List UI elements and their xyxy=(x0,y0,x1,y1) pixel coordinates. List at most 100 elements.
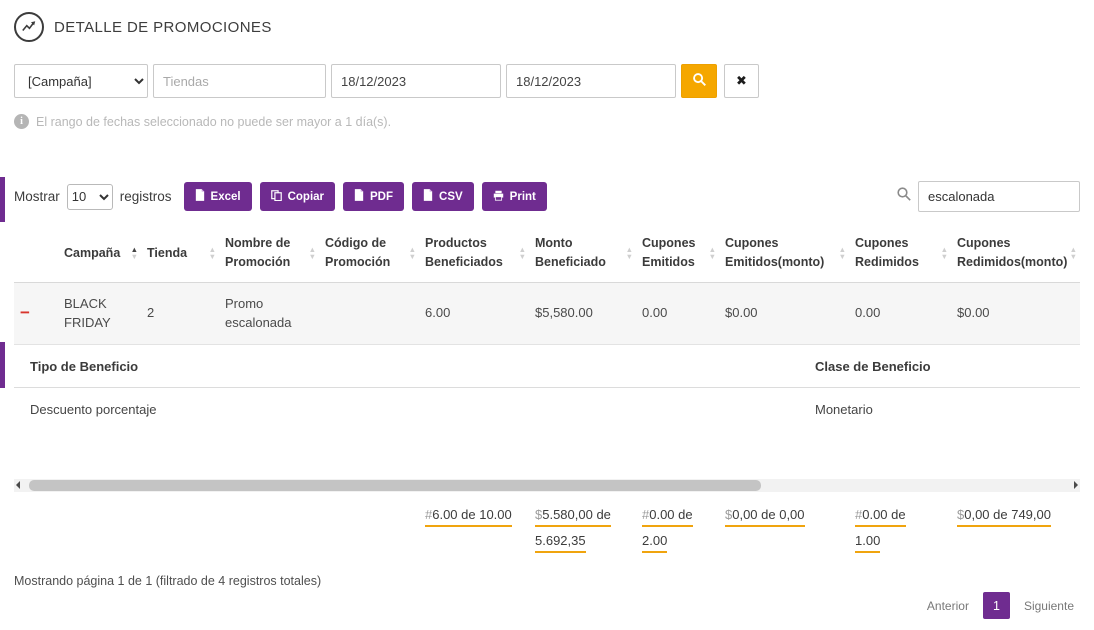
copy-icon xyxy=(271,190,282,204)
column-label: Tienda xyxy=(147,246,187,260)
cell-coupons-redeemed-amount: $0.00 xyxy=(951,282,1080,345)
pdf-button[interactable]: PDF xyxy=(343,182,404,211)
button-label: PDF xyxy=(370,191,393,203)
left-accent-bar xyxy=(0,177,5,222)
printer-icon xyxy=(493,190,504,204)
total-value: 6.00 de 10.00 xyxy=(432,507,512,522)
column-label: Nombre de Promoción xyxy=(225,236,290,269)
col-header-cupones-emitidos-monto[interactable]: Cupones Emitidos(monto) ▲▼ xyxy=(719,225,849,282)
table-search-input[interactable] xyxy=(918,181,1080,212)
column-label: Cupones Emitidos xyxy=(642,236,695,269)
total-value: 5.580,00 de xyxy=(542,507,611,522)
date-from-input[interactable] xyxy=(331,64,501,98)
scrollbar-thumb[interactable] xyxy=(29,480,761,491)
col-header-tienda[interactable]: Tienda ▲▼ xyxy=(141,225,219,282)
magnifier-icon xyxy=(692,72,707,90)
col-header-nombre-promocion[interactable]: Nombre de Promoción ▲▼ xyxy=(219,225,319,282)
column-label: Monto Beneficiado xyxy=(535,236,606,269)
column-label: Campaña xyxy=(64,246,120,260)
cell-coupons-issued: 0.00 xyxy=(636,282,719,345)
total-value: 2.00 xyxy=(642,533,667,548)
info-icon: i xyxy=(14,114,29,129)
filter-bar: [Campaña] ✖ xyxy=(14,64,1080,98)
col-header-codigo-promocion[interactable]: Código de Promoción ▲▼ xyxy=(319,225,419,282)
total-coupons-redeemed-amount: $0,00 de 749,00 xyxy=(951,506,1080,558)
total-value: 0.00 de xyxy=(862,507,905,522)
col-header-cupones-redimidos-monto[interactable]: Cupones Redimidos(monto) ▲▼ xyxy=(951,225,1080,282)
row-detail-values: Descuento porcentaje Monetario xyxy=(14,388,1080,417)
scroll-right-arrow-icon[interactable] xyxy=(1074,481,1078,489)
cell-coupons-issued-amount: $0.00 xyxy=(719,282,849,345)
search-button[interactable] xyxy=(681,64,717,98)
sort-desc-icon: ▼ xyxy=(709,253,716,260)
date-to-input[interactable] xyxy=(506,64,676,98)
cell-store: 2 xyxy=(141,282,219,345)
sort-icons: ▲▼ xyxy=(409,246,416,260)
next-page-button[interactable]: Siguiente xyxy=(1024,599,1074,613)
col-header-cupones-emitidos[interactable]: Cupones Emitidos ▲▼ xyxy=(636,225,719,282)
col-header-productos-beneficiados[interactable]: Productos Beneficiados ▲▼ xyxy=(419,225,529,282)
sort-desc-icon: ▼ xyxy=(1070,253,1077,260)
campaign-select[interactable]: [Campaña] xyxy=(14,64,148,98)
sort-icons: ▲▼ xyxy=(626,246,633,260)
sort-desc-icon: ▼ xyxy=(209,253,216,260)
sort-desc-icon: ▼ xyxy=(941,253,948,260)
show-label: Mostrar xyxy=(14,189,60,204)
totals-row: #6.00 de 10.00 $5.580,00 de 5.692,35 #0.… xyxy=(14,506,1080,558)
horizontal-scrollbar[interactable] xyxy=(14,479,1080,492)
page-size-select[interactable]: 10 xyxy=(67,184,113,210)
sort-desc-icon: ▼ xyxy=(309,253,316,260)
button-label: Copiar xyxy=(288,191,324,203)
total-amount-benefited: $5.580,00 de 5.692,35 xyxy=(529,506,636,558)
current-page-button[interactable]: 1 xyxy=(983,592,1010,619)
col-header-cupones-redimidos[interactable]: Cupones Redimidos ▲▼ xyxy=(849,225,951,282)
stores-input[interactable] xyxy=(153,64,326,98)
previous-page-button[interactable]: Anterior xyxy=(927,599,969,613)
total-value: 0.00 de xyxy=(649,507,692,522)
excel-file-icon xyxy=(195,189,205,204)
col-header-monto-beneficiado[interactable]: Monto Beneficiado ▲▼ xyxy=(529,225,636,282)
col-header-campana[interactable]: Campaña ▲▼ xyxy=(58,225,141,282)
sort-desc-icon: ▼ xyxy=(131,253,138,260)
column-label: Productos Beneficiados xyxy=(425,236,503,269)
table-search xyxy=(896,181,1080,212)
benefit-type-value: Descuento porcentaje xyxy=(30,402,815,417)
promotions-table: Campaña ▲▼ Tienda ▲▼ Nombre de Promoción… xyxy=(14,225,1080,345)
excel-button[interactable]: Excel xyxy=(184,182,252,211)
csv-button[interactable]: CSV xyxy=(412,182,474,211)
total-value: 5.692,35 xyxy=(535,533,586,548)
csv-file-icon xyxy=(423,189,433,204)
clear-filters-button[interactable]: ✖ xyxy=(724,64,759,98)
total-products-benefited: #6.00 de 10.00 xyxy=(419,506,529,558)
info-message-row: i El rango de fechas seleccionado no pue… xyxy=(14,114,1080,129)
row-expand-cell: − xyxy=(14,282,58,345)
row-detail-labels: Tipo de Beneficio Clase de Beneficio xyxy=(14,345,1080,388)
table-toolbar: Mostrar 10 registros Excel Copiar xyxy=(14,181,1080,212)
button-label: Print xyxy=(510,191,536,203)
promotions-detail-page: DETALLE DE PROMOCIONES [Campaña] ✖ i El … xyxy=(0,0,1094,614)
sort-icons: ▲▼ xyxy=(1070,246,1077,260)
column-label: Cupones Redimidos xyxy=(855,236,919,269)
scroll-left-arrow-icon[interactable] xyxy=(16,481,20,489)
cell-coupons-redeemed: 0.00 xyxy=(849,282,951,345)
cell-promo-name: Promo escalonada xyxy=(219,282,319,345)
sort-icons: ▲▼ xyxy=(839,246,846,260)
column-label: Código de Promoción xyxy=(325,236,390,269)
cell-campaign: BLACK FRIDAY xyxy=(58,282,141,345)
close-icon: ✖ xyxy=(736,73,747,89)
total-coupons-redeemed: #0.00 de 1.00 xyxy=(849,506,951,558)
sort-icons: ▲▼ xyxy=(309,246,316,260)
print-button[interactable]: Print xyxy=(482,182,547,211)
total-coupons-issued-amount: $0,00 de 0,00 xyxy=(719,506,849,558)
sort-desc-icon: ▼ xyxy=(626,253,633,260)
total-value: 0,00 de 0,00 xyxy=(732,507,804,522)
table-row: − BLACK FRIDAY 2 Promo escalonada 6.00 $… xyxy=(14,282,1080,345)
sort-icons: ▲▼ xyxy=(941,246,948,260)
copy-button[interactable]: Copiar xyxy=(260,182,335,211)
info-message: El rango de fechas seleccionado no puede… xyxy=(36,115,391,129)
table-footer: Mostrando página 1 de 1 (filtrado de 4 r… xyxy=(14,572,1080,630)
benefit-class-label: Clase de Beneficio xyxy=(815,359,1080,374)
column-label: Cupones Redimidos(monto) xyxy=(957,236,1067,269)
collapse-row-icon[interactable]: − xyxy=(20,303,30,322)
cell-amount-benefited: $5,580.00 xyxy=(529,282,636,345)
